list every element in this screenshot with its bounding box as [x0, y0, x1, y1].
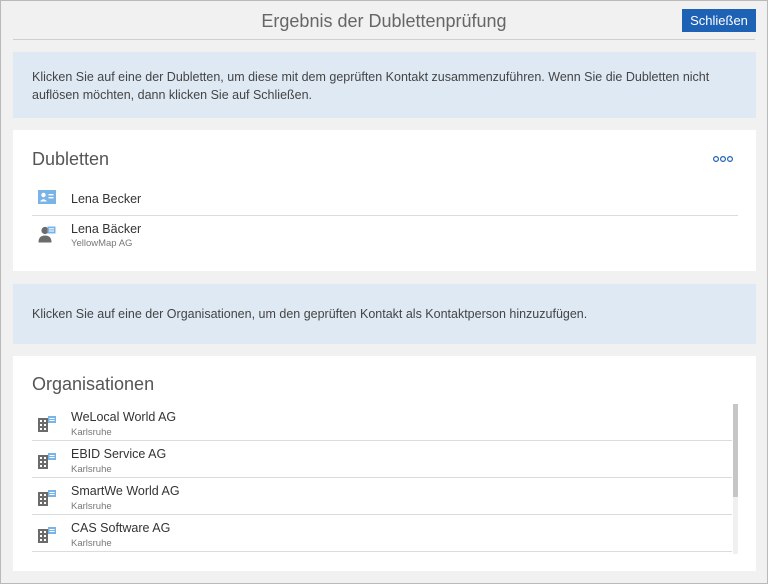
organization-item[interactable]: SmartWe World AG Karlsruhe	[32, 478, 732, 515]
organization-name: WeLocal World AG	[71, 410, 177, 424]
duplicate-company: YellowMap AG	[71, 238, 133, 249]
duplicates-title: Dubletten	[32, 149, 110, 169]
organizations-card: Organisationen WeLocal World AG Karlsruh…	[13, 356, 756, 571]
building-icon	[38, 453, 56, 469]
duplicate-item[interactable]: Lena Becker	[32, 185, 738, 215]
organization-name: SmartWe World AG	[71, 484, 180, 498]
contact-card-icon	[38, 190, 56, 204]
scrollbar-thumb[interactable]	[733, 404, 738, 497]
dialog-header: Ergebnis der Dublettenprüfung Schließen	[1, 1, 767, 41]
dialog-window: Ergebnis der Dublettenprüfung Schließen …	[0, 0, 768, 584]
organization-city: Karlsruhe	[71, 427, 112, 438]
header-divider	[13, 39, 755, 40]
organization-city: Karlsruhe	[71, 501, 112, 512]
organizations-info-banner: Klicken Sie auf eine der Organisationen,…	[13, 284, 756, 344]
dialog-title: Ergebnis der Dublettenprüfung	[261, 11, 507, 31]
organization-city: Karlsruhe	[71, 464, 112, 475]
building-icon	[38, 490, 56, 506]
duplicate-name: Lena Becker	[71, 192, 142, 206]
duplicates-card: Dubletten Lena Becker Lena Bäcker Yellow…	[13, 130, 756, 271]
organizations-title: Organisationen	[32, 374, 155, 394]
duplicate-name: Lena Bäcker	[71, 222, 142, 236]
organization-item[interactable]: CAS Software AG Karlsruhe	[32, 515, 732, 552]
duplicates-info-banner: Klicken Sie auf eine der Dubletten, um d…	[13, 52, 756, 118]
duplicate-item[interactable]: Lena Bäcker YellowMap AG	[32, 216, 738, 252]
building-icon	[38, 416, 56, 432]
organization-name: CAS Software AG	[71, 521, 171, 535]
organizations-list: WeLocal World AG Karlsruhe EBID Service …	[32, 404, 744, 554]
organization-city: Karlsruhe	[71, 538, 112, 549]
organizations-scrollbar[interactable]	[733, 404, 738, 554]
organization-name: EBID Service AG	[71, 447, 167, 461]
building-icon	[38, 527, 56, 543]
more-options-icon[interactable]	[713, 155, 733, 163]
organization-item[interactable]: EBID Service AG Karlsruhe	[32, 441, 732, 478]
organization-item[interactable]: WeLocal World AG Karlsruhe	[32, 404, 732, 441]
person-contact-icon	[38, 226, 56, 243]
close-button[interactable]: Schließen	[682, 9, 756, 32]
